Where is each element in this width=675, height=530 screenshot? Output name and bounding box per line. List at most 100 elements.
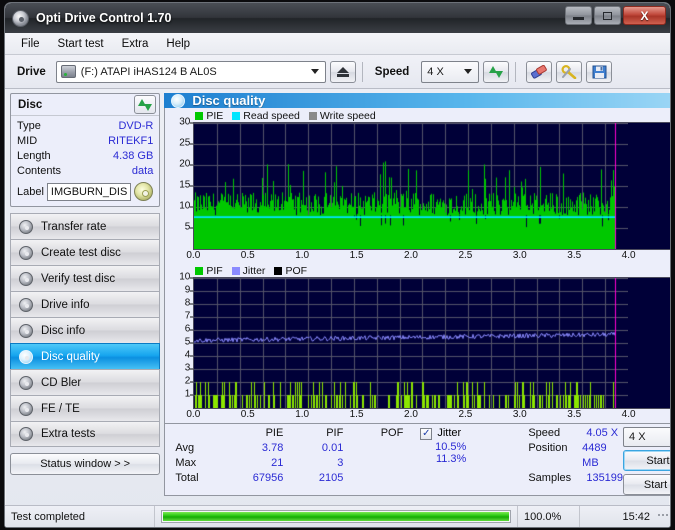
chevron-down-icon (310, 69, 319, 74)
drive-select[interactable]: (F:) ATAPI iHAS124 B AL0S (55, 60, 326, 83)
stats-row-label: Total (175, 472, 199, 484)
disc-icon[interactable] (134, 182, 154, 201)
jitter-avg-value: 10.5% (435, 441, 467, 453)
axis-tick: 8 (184, 297, 193, 309)
axis-tick: 2.5 (458, 409, 473, 420)
disc-row-type-value: DVD-R (118, 120, 154, 132)
legend-label-pie: PIE (206, 109, 224, 122)
pie-chart-legend: PIE Read speed Write speed (167, 109, 670, 122)
right-column: Disc quality PIE Read speed Write speed … (163, 89, 670, 496)
axis-tick: 3.5 (567, 250, 582, 261)
sidebar-item-verify-test-disc[interactable]: Verify test disc (10, 265, 161, 291)
pie-y-axis-left: 5 10 15 20 25 30 (167, 117, 194, 248)
elapsed-time: 15:42 (622, 510, 650, 523)
sidebar-item-extra-tests[interactable]: Extra tests (10, 421, 161, 447)
axis-tick: 2.0 (404, 250, 418, 261)
disc-icon (19, 297, 33, 312)
status-bar: Test completed 100.0% 15:42 (5, 505, 670, 527)
refresh-icon (489, 65, 504, 78)
stats-table: PIE PIF POF Avg 3.78 0.01 Max 21 3 Total… (165, 426, 420, 495)
tools-button[interactable] (556, 60, 583, 83)
menu-help[interactable]: Help (158, 36, 198, 52)
disc-row-mid: MID RITEKF1 (17, 134, 153, 149)
disc-icon (19, 375, 33, 390)
close-button[interactable]: X (623, 6, 666, 25)
resize-grip[interactable] (656, 514, 670, 519)
stats-max-pif: 3 (337, 457, 344, 469)
jitter-checkbox[interactable]: ✓ (420, 427, 433, 440)
sidebar-nav: Transfer rate Create test disc Verify te… (10, 213, 161, 447)
sidebar-item-label: Disc quality (41, 350, 100, 363)
progress-fill (163, 512, 509, 521)
save-button[interactable] (586, 60, 613, 83)
eject-button[interactable] (329, 60, 356, 83)
sidebar-item-label: Create test disc (41, 246, 121, 259)
status-window-button[interactable]: Status window > > (10, 453, 161, 475)
content-title: Disc quality (192, 93, 266, 108)
sidebar-item-transfer-rate[interactable]: Transfer rate (10, 213, 161, 239)
sidebar-item-disc-quality[interactable]: Disc quality (10, 343, 161, 369)
disc-row-length-value: 4.38 GB (112, 150, 154, 162)
speed-select[interactable]: 4 X (421, 60, 480, 83)
axis-tick: 2 (184, 375, 193, 387)
menu-file[interactable]: File (13, 36, 48, 52)
legend-swatch-pie (195, 111, 204, 120)
sidebar-item-fe-te[interactable]: FE / TE (10, 395, 161, 421)
save-icon (592, 65, 607, 78)
drive-label: Drive (17, 65, 46, 78)
pif-plot-wrap: 12345678910 4%8%12%16%20% (167, 272, 670, 409)
disc-row-mid-key: MID (17, 135, 38, 147)
axis-tick: 25 (179, 137, 194, 149)
disc-icon (19, 245, 33, 260)
drive-select-value: (F:) ATAPI iHAS124 B AL0S (80, 65, 217, 78)
tools-icon (561, 64, 577, 79)
maximize-button[interactable] (594, 6, 621, 25)
legend-label-pof: POF (285, 264, 308, 277)
stats-max-pof (343, 456, 403, 471)
axis-tick: 0.5 (240, 250, 255, 261)
sidebar-item-drive-info[interactable]: Drive info (10, 291, 161, 317)
start-full-button[interactable]: Start full (623, 450, 670, 471)
stats-avg-pif: 0.01 (321, 442, 344, 454)
sidebar-item-label: Drive info (41, 298, 90, 311)
axis-tick: 1.0 (295, 409, 310, 420)
minimize-button[interactable] (565, 6, 592, 25)
refresh-button[interactable] (483, 60, 510, 83)
disc-row-type-key: Type (17, 120, 41, 132)
axis-tick: 4.0 (621, 250, 636, 261)
menu-start-test[interactable]: Start test (50, 36, 112, 52)
axis-tick: 2.5 (458, 250, 473, 261)
axis-tick: 4.0 (621, 409, 636, 420)
measurement-block: Speed 4.05 X Position 4489 MB Samples 13… (528, 426, 623, 495)
app-icon (12, 9, 29, 27)
table-row: Avg 3.78 0.01 (175, 441, 420, 456)
disc-quality-icon (171, 93, 186, 108)
charts-area: PIE Read speed Write speed 51015202530 2… (164, 108, 670, 424)
jitter-label: Jitter (437, 427, 462, 439)
disc-label-input[interactable]: IMGBURN_DIS (46, 182, 132, 201)
pie-plot (193, 122, 670, 250)
speed-select-value: 4 X (427, 65, 444, 78)
left-column: Disc Type DVD-R MID RITEKF1 Length 4.38 … (5, 89, 163, 489)
legend-swatch-pof (274, 266, 283, 275)
stats-col-pie: PIE (265, 427, 284, 439)
axis-tick: 3 (184, 362, 193, 374)
disc-row-contents: Contents data (17, 164, 153, 179)
test-speed-select[interactable]: 4 X (623, 427, 670, 447)
erase-button[interactable] (526, 60, 553, 83)
pif-y-axis-left: 1 2 3 4 5 6 7 8 9 10 (167, 272, 194, 407)
axis-tick: 3.0 (512, 250, 527, 261)
start-part-button[interactable]: Start part (623, 474, 670, 495)
axis-tick: 0.0 (186, 250, 201, 261)
axis-tick: 0.5 (240, 409, 255, 420)
disc-refresh-button[interactable] (134, 95, 157, 114)
axis-tick: 9 (184, 284, 193, 296)
sidebar-item-cd-bler[interactable]: CD Bler (10, 369, 161, 395)
sidebar-item-create-test-disc[interactable]: Create test disc (10, 239, 161, 265)
jitter-block: ✓ Jitter 10.5% 11.3% (420, 426, 528, 495)
menu-extra[interactable]: Extra (114, 36, 157, 52)
pie-plot-wrap: 51015202530 2 X4 X6 X8 X10 X12 X14 X16 X (167, 117, 670, 250)
pif-plot (193, 277, 670, 409)
drive-icon (60, 65, 76, 78)
sidebar-item-disc-info[interactable]: Disc info (10, 317, 161, 343)
